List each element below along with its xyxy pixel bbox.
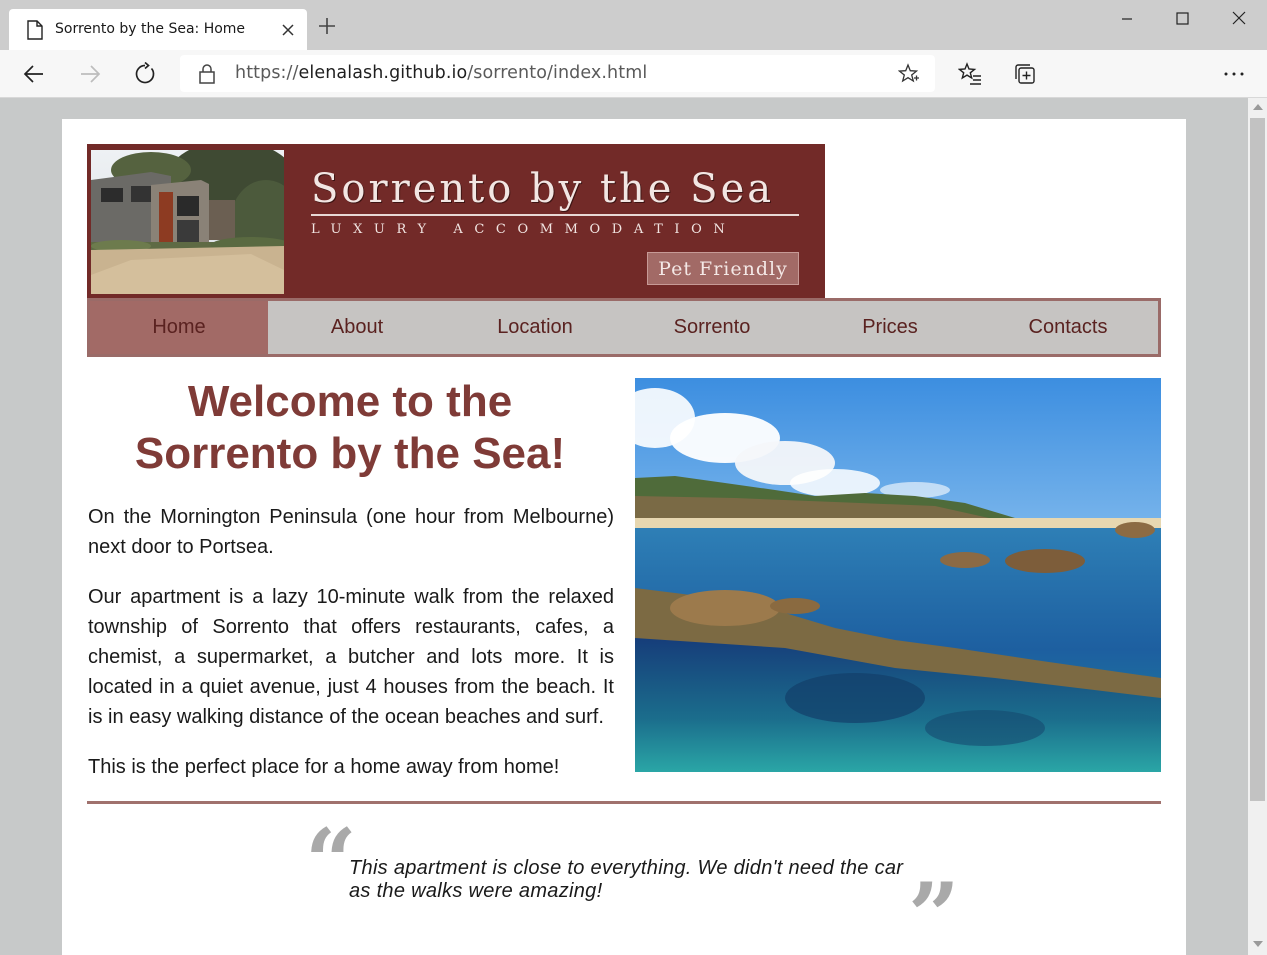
browser-toolbar: https://elenalash.github.io/sorrento/ind… bbox=[0, 50, 1267, 98]
tab-title: Sorrento by the Sea: Home bbox=[55, 21, 246, 37]
intro-paragraph: On the Mornington Peninsula (one hour fr… bbox=[88, 506, 614, 558]
scroll-thumb[interactable] bbox=[1250, 118, 1265, 801]
house-photo bbox=[91, 150, 284, 294]
url-path: /sorrento/index.html bbox=[467, 63, 648, 83]
nav-contacts[interactable]: Contacts bbox=[979, 301, 1157, 354]
pet-friendly-badge: Pet Friendly bbox=[647, 252, 799, 285]
collections-icon[interactable] bbox=[1013, 62, 1037, 86]
description-paragraph: Our apartment is a lazy 10-minute walk f… bbox=[88, 586, 614, 728]
nav-home[interactable]: Home bbox=[90, 301, 268, 354]
heading-line-2: Sorrento by the Sea! bbox=[134, 429, 566, 478]
favorites-icon[interactable] bbox=[958, 62, 982, 86]
testimonial-text: This apartment is close to everything. W… bbox=[349, 857, 904, 902]
title-rule bbox=[311, 214, 799, 216]
arrow-left-icon[interactable] bbox=[22, 62, 46, 86]
more-icon[interactable] bbox=[1222, 62, 1246, 86]
welcome-heading: Welcome to the Sorrento by the Sea! bbox=[87, 376, 613, 480]
main-nav: Home About Location Sorrento Prices Cont… bbox=[87, 298, 1161, 357]
arrow-right-icon[interactable] bbox=[78, 62, 102, 86]
scroll-up-arrow[interactable] bbox=[1253, 104, 1263, 110]
site-title: Sorrento by the Sea bbox=[311, 166, 775, 212]
close-icon[interactable] bbox=[279, 21, 297, 39]
refresh-icon[interactable] bbox=[133, 62, 157, 86]
nav-sorrento[interactable]: Sorrento bbox=[623, 301, 801, 354]
heading-line-1: Welcome to the bbox=[187, 377, 513, 426]
browser-tab[interactable]: Sorrento by the Sea: Home bbox=[9, 9, 307, 50]
close-window-icon[interactable] bbox=[1225, 8, 1253, 30]
nav-about[interactable]: About bbox=[268, 301, 446, 354]
url-host: elenalash.github.io bbox=[298, 63, 468, 83]
url-prefix: https:// bbox=[235, 63, 299, 83]
vertical-scrollbar[interactable] bbox=[1248, 98, 1267, 955]
page-icon bbox=[27, 20, 43, 40]
section-divider bbox=[87, 801, 1161, 804]
coastline-photo bbox=[635, 378, 1161, 772]
maximize-icon[interactable] bbox=[1168, 8, 1196, 30]
tab-strip: Sorrento by the Sea: Home bbox=[0, 0, 1267, 50]
minimize-icon[interactable] bbox=[1113, 8, 1141, 30]
star-icon[interactable] bbox=[898, 63, 920, 85]
address-bar[interactable]: https://elenalash.github.io/sorrento/ind… bbox=[180, 55, 935, 92]
plus-icon[interactable] bbox=[317, 16, 337, 36]
url-text[interactable]: https://elenalash.github.io/sorrento/ind… bbox=[235, 63, 647, 83]
page-viewport: Sorrento by the Sea LUXURY ACCOMMODATION… bbox=[0, 98, 1248, 955]
nav-prices[interactable]: Prices bbox=[801, 301, 979, 354]
closing-paragraph: This is the perfect place for a home awa… bbox=[88, 756, 560, 778]
page-container: Sorrento by the Sea LUXURY ACCOMMODATION… bbox=[62, 119, 1186, 955]
badge-label: Pet Friendly bbox=[658, 258, 788, 280]
scroll-down-arrow[interactable] bbox=[1253, 941, 1263, 947]
lock-icon bbox=[199, 64, 215, 84]
nav-location[interactable]: Location bbox=[446, 301, 624, 354]
site-subtitle: LUXURY ACCOMMODATION bbox=[311, 222, 737, 237]
close-quote-icon: ” bbox=[908, 863, 960, 955]
site-banner: Sorrento by the Sea LUXURY ACCOMMODATION… bbox=[87, 144, 825, 298]
